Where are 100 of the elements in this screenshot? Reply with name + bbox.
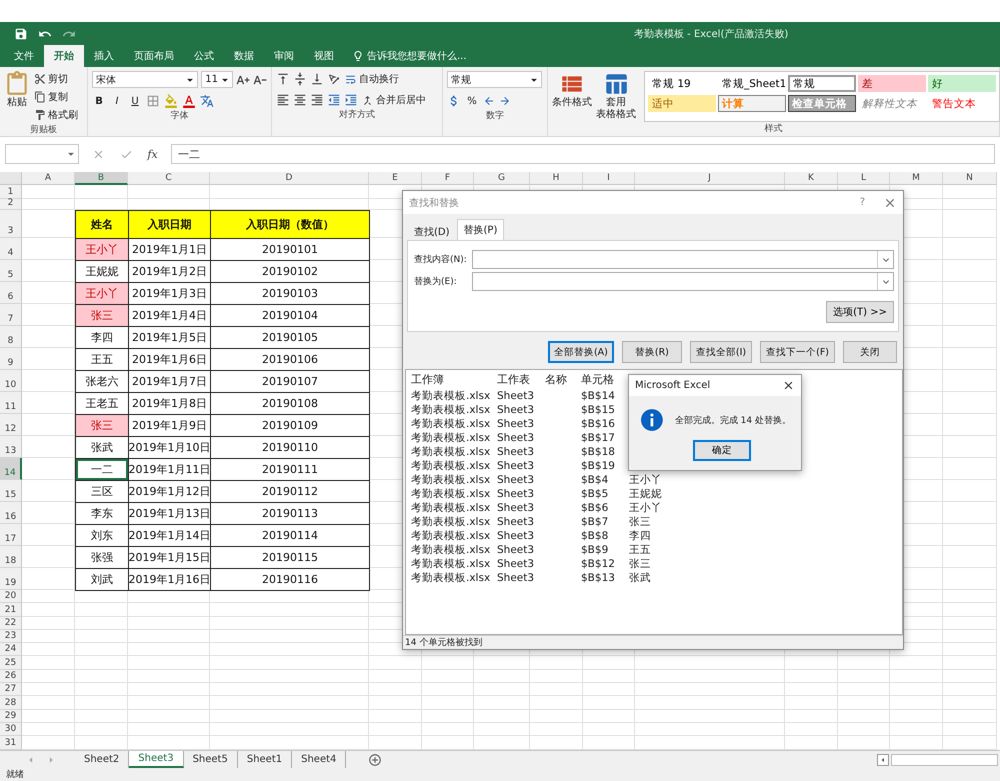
align-top-icon[interactable] (276, 72, 290, 86)
result-text[interactable]: $B$12 (581, 558, 629, 570)
grid-cell[interactable] (369, 670, 422, 684)
row-header[interactable]: 4 (0, 238, 22, 260)
result-text[interactable]: $B$19 (581, 460, 629, 472)
grid-cell[interactable] (210, 683, 369, 696)
row-header[interactable]: 14 (0, 458, 22, 480)
grid-cell[interactable] (128, 630, 210, 644)
column-header[interactable]: H (530, 172, 583, 185)
row-header[interactable]: 26 (0, 670, 22, 684)
grid-cell[interactable] (422, 656, 474, 670)
result-text[interactable]: $B$7 (581, 516, 629, 528)
result-text[interactable]: $B$16 (581, 418, 629, 430)
grid-cell[interactable] (943, 696, 997, 710)
grid-cell[interactable] (530, 710, 583, 723)
arrow-left-icon[interactable] (483, 95, 495, 107)
cell-style[interactable]: 常规 (788, 75, 856, 92)
row-header[interactable]: 19 (0, 568, 22, 590)
result-text[interactable]: 张三 (629, 515, 689, 529)
grid-cell[interactable] (943, 392, 997, 414)
ribbon-tab[interactable]: 插入 (84, 45, 124, 67)
grid-cell[interactable] (943, 185, 997, 199)
grid-cell[interactable] (583, 722, 635, 736)
row-header[interactable]: 15 (0, 480, 22, 502)
wrap-text-button[interactable]: 自动换行 (344, 71, 399, 87)
grid-cell[interactable] (22, 603, 75, 617)
row-header[interactable]: 2 (0, 199, 22, 210)
grid-cell[interactable] (943, 210, 997, 238)
grid-cell[interactable] (785, 670, 838, 684)
result-text[interactable]: Sheet3 (497, 558, 545, 570)
cut-button[interactable]: 剪切 (34, 71, 78, 87)
grid-cell[interactable] (474, 722, 530, 736)
grid-cell[interactable] (838, 696, 890, 710)
grid-cell[interactable] (128, 683, 210, 696)
result-text[interactable]: Sheet3 (497, 530, 545, 542)
grid-cell[interactable] (128, 656, 210, 670)
arrow-right-icon[interactable] (499, 95, 511, 107)
grid-cell[interactable] (943, 524, 997, 546)
grid-cell[interactable] (128, 722, 210, 736)
font-size-select[interactable]: 11 (201, 71, 233, 88)
result-text[interactable]: Sheet3 (497, 516, 545, 528)
grid-cell[interactable] (943, 710, 997, 723)
row-header[interactable]: 28 (0, 696, 22, 710)
grid-cell[interactable] (583, 696, 635, 710)
result-text[interactable]: Sheet3 (497, 418, 545, 430)
conditional-format-button[interactable]: 条件格式 (552, 71, 592, 122)
table-cell[interactable]: 一二 (75, 458, 129, 481)
grid-cell[interactable] (75, 603, 128, 617)
grid-cell[interactable] (943, 630, 997, 644)
grid-cell[interactable] (422, 722, 474, 736)
table-cell[interactable]: 张三 (75, 414, 129, 437)
column-header[interactable]: N (943, 172, 997, 185)
grid-cell[interactable] (22, 630, 75, 644)
result-text[interactable]: Sheet3 (497, 502, 545, 514)
grid-cell[interactable] (943, 502, 997, 524)
column-header[interactable]: K (785, 172, 838, 185)
row-header[interactable]: 12 (0, 414, 22, 436)
result-text[interactable]: $B$4 (581, 474, 629, 486)
grid-cell[interactable] (22, 185, 75, 199)
grid-cell[interactable] (635, 710, 785, 723)
grid-cell[interactable] (530, 656, 583, 670)
grid-cell[interactable] (75, 683, 128, 696)
insert-function-button[interactable]: fx (147, 148, 158, 160)
grid-cell[interactable] (22, 670, 75, 684)
grid-cell[interactable] (943, 670, 997, 684)
grid-cell[interactable] (943, 458, 997, 480)
result-text[interactable]: 王妮妮 (629, 487, 689, 501)
tell-me-search[interactable]: 告诉我您想要做什么... (344, 45, 475, 67)
cell-style[interactable]: 差 (858, 75, 926, 92)
grid-cell[interactable] (369, 722, 422, 736)
grid-cell[interactable] (838, 683, 890, 696)
select-all-button[interactable] (0, 172, 22, 185)
row-header[interactable]: 22 (0, 616, 22, 630)
grid-cell[interactable] (22, 696, 75, 710)
result-text[interactable]: 考勤表模板.xlsx (411, 389, 497, 403)
row-header[interactable]: 5 (0, 260, 22, 282)
result-text[interactable]: 考勤表模板.xlsx (411, 515, 497, 529)
grid-cell[interactable] (943, 326, 997, 348)
help-button[interactable]: ? (860, 197, 865, 208)
number-format-select[interactable]: 常规 (447, 71, 542, 88)
name-box[interactable] (5, 144, 79, 164)
align-center-icon[interactable] (293, 93, 307, 107)
grid-cell[interactable] (943, 238, 997, 260)
borders-icon[interactable] (146, 94, 160, 108)
grid-cell[interactable] (635, 722, 785, 736)
grid-cell[interactable] (75, 656, 128, 670)
align-middle-icon[interactable] (293, 72, 307, 86)
grid-cell[interactable] (210, 603, 369, 617)
grid-cell[interactable] (369, 683, 422, 696)
result-text[interactable]: 考勤表模板.xlsx (411, 417, 497, 431)
ok-button[interactable]: 确定 (693, 440, 751, 461)
grid-cell[interactable] (583, 656, 635, 670)
grid-cell[interactable] (75, 722, 128, 736)
format-painter-button[interactable]: 格式刷 (34, 107, 78, 123)
indent-decrease-icon[interactable] (327, 93, 341, 107)
grid-cell[interactable] (943, 616, 997, 630)
dialog-tab[interactable]: 查找(D) (407, 222, 457, 240)
grid-cell[interactable] (75, 590, 128, 604)
grid-cell[interactable] (22, 722, 75, 736)
grid-cell[interactable] (838, 722, 890, 736)
